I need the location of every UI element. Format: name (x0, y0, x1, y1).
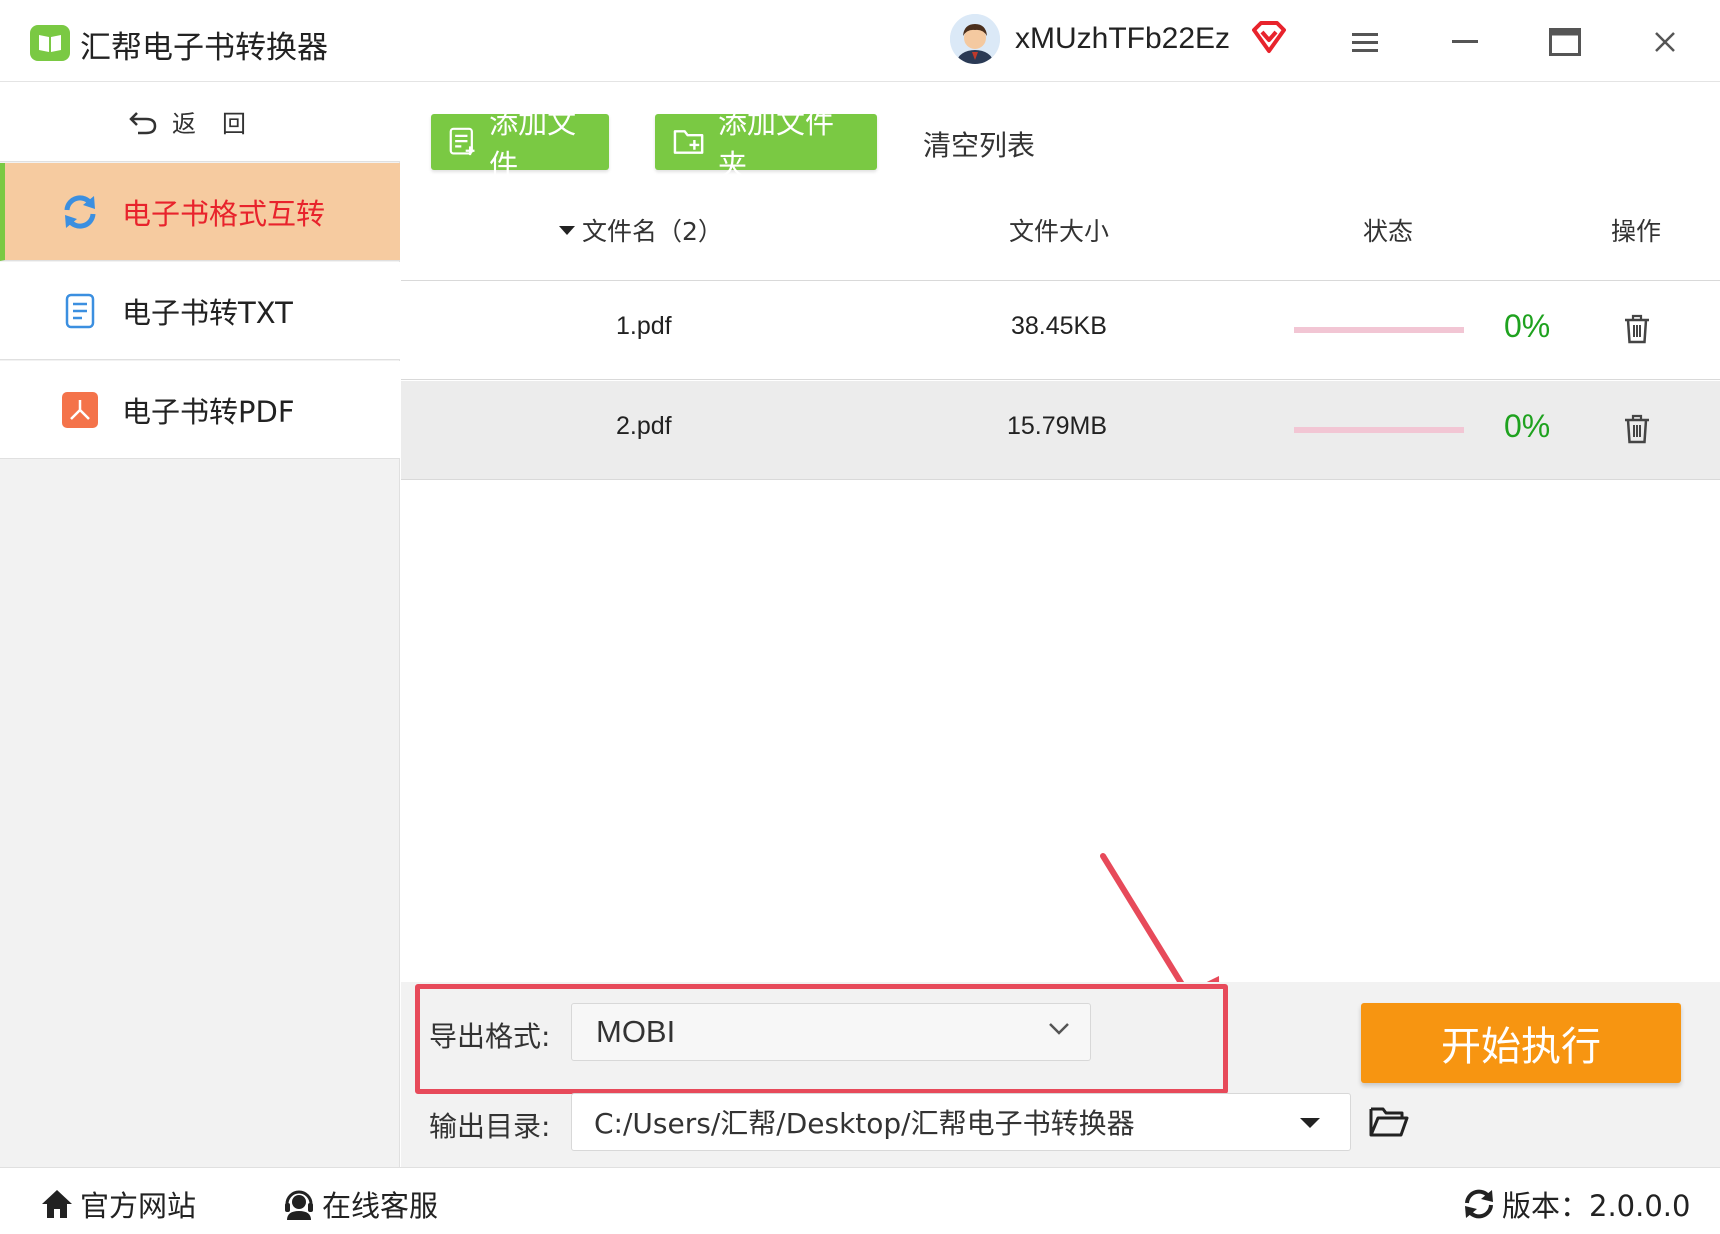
menu-icon[interactable] (1345, 22, 1385, 62)
table-row[interactable]: 2.pdf 15.79MB 0% (401, 381, 1720, 480)
column-header-actions: 操作 (1611, 217, 1662, 246)
column-header-size: 文件大小 (1009, 217, 1110, 246)
version-info: 版本：2.0.0.0 (1462, 1183, 1690, 1225)
headset-icon (285, 1190, 313, 1220)
app-logo-icon (30, 25, 70, 61)
file-size: 15.79MB (1007, 412, 1108, 440)
pdf-icon (60, 390, 100, 430)
close-icon[interactable] (1645, 22, 1685, 62)
file-size: 38.45KB (1011, 312, 1107, 340)
add-file-label: 添加文件 (489, 106, 577, 182)
user-avatar[interactable] (950, 14, 1000, 64)
add-file-button[interactable]: 添加文件 (431, 106, 609, 182)
start-button[interactable]: 开始执行 (1361, 1003, 1681, 1083)
table-row[interactable]: 1.pdf 38.45KB 0% (401, 281, 1720, 380)
output-dir-label: 输出目录: (429, 1110, 551, 1143)
official-website-link[interactable]: 官方网站 (40, 1183, 196, 1225)
txt-document-icon (60, 291, 100, 331)
back-label: 返回 (172, 110, 272, 138)
add-folder-icon (673, 130, 704, 154)
column-header-filename[interactable]: 文件名（2） (558, 212, 723, 248)
add-folder-label: 添加文件夹 (718, 106, 835, 182)
clear-list-button[interactable]: 清空列表 (923, 124, 1035, 164)
output-dir-value: C:/Users/汇帮/Desktop/汇帮电子书转换器 (594, 1107, 1135, 1140)
add-folder-button[interactable]: 添加文件夹 (655, 106, 877, 182)
sidebar-item-label: 电子书转TXT (122, 295, 293, 330)
sidebar-item-to-txt[interactable]: 电子书转TXT (0, 262, 400, 360)
output-dir-select[interactable]: C:/Users/汇帮/Desktop/汇帮电子书转换器 (571, 1093, 1351, 1151)
status-percent: 0% (1504, 308, 1551, 344)
refresh-icon (1465, 1189, 1493, 1219)
trash-icon[interactable] (1624, 314, 1654, 346)
trash-icon[interactable] (1624, 414, 1654, 446)
caret-down-icon (1300, 1118, 1320, 1128)
app-title: 汇帮电子书转换器 (80, 30, 328, 66)
progress-bar (1294, 327, 1464, 333)
maximize-icon[interactable] (1545, 22, 1585, 62)
title-bar: 汇帮电子书转换器 xMUzhTFb22Ez (0, 0, 1720, 82)
sort-caret-icon (559, 226, 575, 235)
sidebar-item-format-convert[interactable]: 电子书格式互转 (0, 163, 400, 261)
progress-bar (1294, 427, 1464, 433)
minimize-icon[interactable] (1445, 22, 1485, 62)
username[interactable]: xMUzhTFb22Ez (1015, 22, 1230, 56)
back-arrow-icon (129, 111, 157, 134)
format-select[interactable]: MOBI (571, 1003, 1091, 1061)
home-icon (42, 1190, 72, 1218)
column-header-label: 文件名（2） (582, 217, 723, 246)
format-value: MOBI (596, 1014, 676, 1049)
official-website-label: 官方网站 (80, 1189, 197, 1223)
sidebar: 返回 电子书格式互转 电子书转TXT 电子书转PDF (0, 82, 400, 1167)
file-name: 1.pdf (616, 312, 672, 340)
version-label: 版本：2.0.0.0 (1502, 1189, 1691, 1223)
sidebar-item-to-pdf[interactable]: 电子书转PDF (0, 361, 400, 459)
sidebar-item-label: 电子书转PDF (122, 394, 295, 429)
vip-diamond-icon[interactable] (1250, 20, 1288, 54)
sidebar-item-label: 电子书格式互转 (122, 196, 326, 231)
chevron-down-icon (1049, 1023, 1069, 1035)
add-file-icon (449, 127, 475, 156)
folder-open-icon[interactable] (1369, 1105, 1409, 1141)
status-percent: 0% (1504, 408, 1551, 444)
back-button[interactable]: 返回 (0, 82, 400, 162)
column-header-status: 状态 (1363, 217, 1414, 246)
online-support-link[interactable]: 在线客服 (282, 1183, 438, 1225)
sync-icon (60, 192, 100, 232)
format-label: 导出格式: (429, 1020, 551, 1053)
online-support-label: 在线客服 (322, 1189, 439, 1223)
status-bar: 官方网站 在线客服 版本：2.0.0.0 (0, 1167, 1720, 1234)
file-name: 2.pdf (616, 412, 672, 440)
